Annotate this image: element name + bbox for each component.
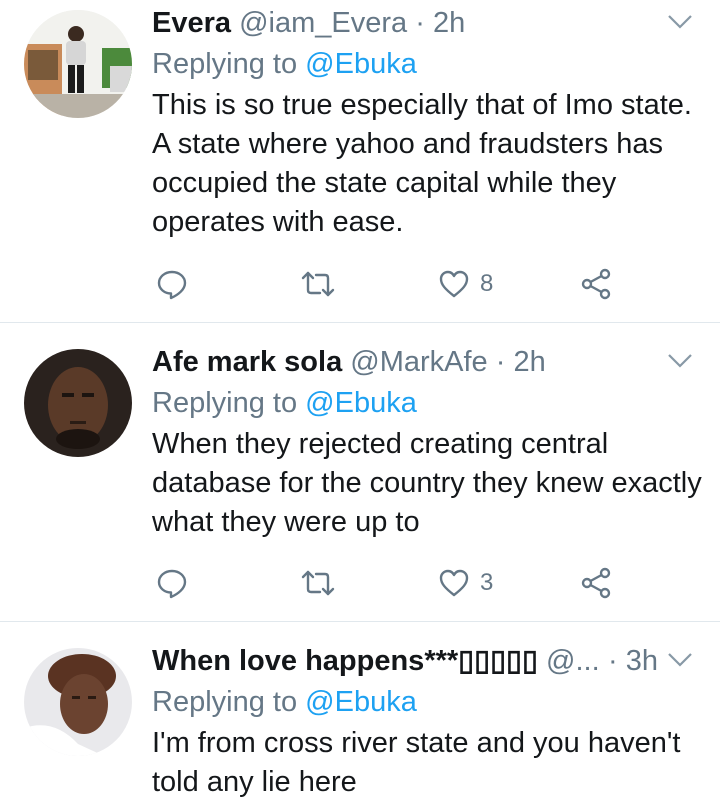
- tweet-text: This is so true especially that of Imo s…: [152, 89, 692, 238]
- user-handle[interactable]: @iam_Evera: [239, 7, 407, 39]
- timestamp[interactable]: 2h: [513, 346, 545, 378]
- timestamp[interactable]: 2h: [433, 7, 465, 39]
- timestamp-group: · 3h: [608, 640, 658, 682]
- reply-button[interactable]: [156, 563, 188, 603]
- replying-to: Replying to @Ebuka: [152, 682, 417, 722]
- replying-to: Replying to @Ebuka: [152, 44, 417, 84]
- display-name[interactable]: When love happens***▯▯▯▯▯: [152, 645, 538, 677]
- avatar[interactable]: [24, 648, 132, 756]
- like-count: 8: [480, 270, 494, 297]
- tweet-text: When they rejected creating central data…: [152, 428, 702, 538]
- user-handle[interactable]: @MarkAfe: [350, 346, 487, 378]
- avatar[interactable]: [24, 349, 132, 457]
- replying-to: Replying to @Ebuka: [152, 383, 417, 423]
- replying-prefix: Replying to: [152, 387, 298, 419]
- divider: [0, 322, 720, 323]
- reply-button[interactable]: [156, 264, 188, 304]
- display-name[interactable]: Afe mark sola: [152, 346, 342, 378]
- tweet-1[interactable]: Evera @iam_Evera · 2h Replying to @Ebuka…: [0, 0, 720, 322]
- retweet-button[interactable]: [300, 563, 336, 603]
- display-name[interactable]: Evera: [152, 7, 231, 39]
- tweet-2[interactable]: Afe mark sola @MarkAfe · 2h Replying to …: [0, 339, 720, 621]
- mention-link[interactable]: @Ebuka: [305, 686, 417, 718]
- tweet-actions: 8: [152, 264, 632, 304]
- replying-prefix: Replying to: [152, 686, 298, 718]
- like-icon: [439, 569, 469, 597]
- divider: [0, 621, 720, 622]
- share-icon: [581, 268, 611, 300]
- user-handle[interactable]: @...: [546, 645, 600, 677]
- retweet-button[interactable]: [300, 264, 336, 304]
- tweet-header: When love happens***▯▯▯▯▯ @...: [152, 640, 650, 682]
- like-count: 3: [480, 569, 494, 596]
- tweet-text: I'm from cross river state and you haven…: [152, 727, 681, 798]
- timestamp[interactable]: 3h: [626, 645, 658, 677]
- chevron-down-icon[interactable]: [666, 12, 694, 32]
- chevron-down-icon[interactable]: [666, 351, 694, 371]
- share-button[interactable]: [580, 264, 612, 304]
- like-button[interactable]: 8: [438, 264, 493, 304]
- avatar[interactable]: [24, 10, 132, 118]
- separator-dot: ·: [495, 346, 506, 378]
- share-icon: [581, 567, 611, 599]
- mention-link[interactable]: @Ebuka: [305, 48, 417, 80]
- reply-icon: [157, 270, 187, 300]
- tweet-header: Afe mark sola @MarkAfe · 2h: [152, 341, 660, 383]
- retweet-icon: [301, 570, 335, 596]
- tweet-3[interactable]: When love happens***▯▯▯▯▯ @... · 3h Repl…: [0, 638, 720, 810]
- reply-icon: [157, 569, 187, 599]
- tweet-actions: 3: [152, 563, 632, 603]
- mention-link[interactable]: @Ebuka: [305, 387, 417, 419]
- like-button[interactable]: 3: [438, 563, 493, 603]
- chevron-down-icon[interactable]: [666, 650, 694, 670]
- retweet-icon: [301, 271, 335, 297]
- tweet-header: Evera @iam_Evera · 2h: [152, 2, 660, 44]
- separator-dot: ·: [415, 7, 425, 39]
- separator-dot: ·: [608, 645, 618, 677]
- replying-prefix: Replying to: [152, 48, 298, 80]
- like-icon: [439, 270, 469, 298]
- share-button[interactable]: [580, 563, 612, 603]
